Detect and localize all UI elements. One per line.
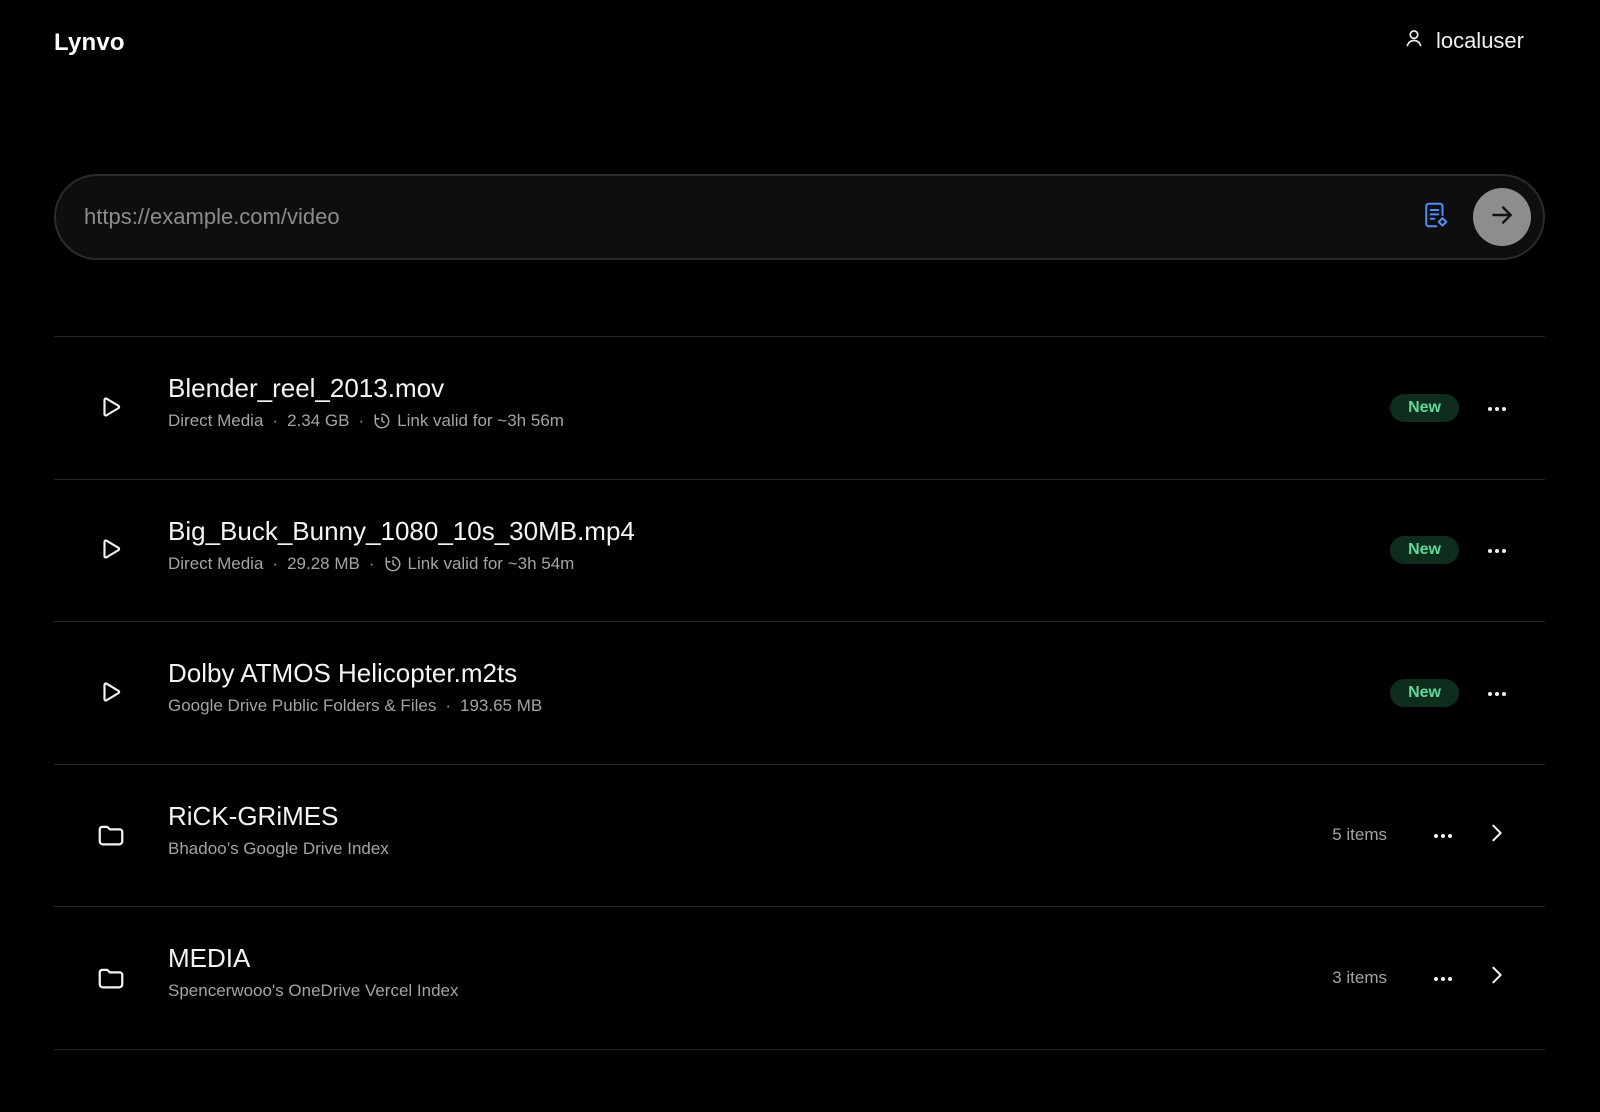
username: localuser — [1435, 28, 1524, 53]
list-item[interactable]: MEDIA Spencerwooo's OneDrive Vercel Inde… — [54, 907, 1545, 1050]
item-actions: New — [1390, 532, 1515, 568]
play-icon[interactable] — [96, 393, 126, 423]
item-actions: New — [1390, 675, 1515, 711]
separator-dot: · — [368, 553, 375, 573]
item-meta: Spencerwooo's OneDrive Vercel Index — [168, 981, 459, 1001]
play-icon[interactable] — [96, 678, 126, 708]
more-options-button[interactable] — [1425, 817, 1461, 853]
separator-dot: · — [272, 411, 279, 430]
folder-icon — [96, 820, 126, 850]
item-validity: Link valid for ~3h 54m — [407, 553, 575, 573]
item-size: 29.28 MB — [287, 553, 360, 573]
url-bar — [54, 174, 1545, 260]
item-text: Big_Buck_Bunny_1080_10s_30MB.mp4 Direct … — [168, 514, 635, 574]
header: Lynvo localuser — [0, 0, 1600, 90]
url-input[interactable] — [84, 176, 1415, 258]
item-text: Blender_reel_2013.mov Direct Media · 2.3… — [168, 371, 564, 431]
item-size: 2.34 GB — [287, 411, 350, 430]
chevron-right-icon — [1486, 964, 1508, 991]
clock-icon — [384, 555, 402, 573]
item-actions: 5 items — [1332, 817, 1515, 853]
list-item[interactable]: Dolby ATMOS Helicopter.m2ts Google Drive… — [54, 622, 1545, 765]
item-source: Bhadoo’s Google Drive Index — [168, 838, 389, 858]
more-options-button[interactable] — [1425, 960, 1461, 996]
item-actions: New — [1390, 390, 1515, 426]
ellipsis-icon — [1433, 826, 1453, 844]
item-title[interactable]: Dolby ATMOS Helicopter.m2ts — [168, 656, 542, 690]
item-source: Direct Media — [168, 553, 264, 573]
item-source: Spencerwooo's OneDrive Vercel Index — [168, 981, 459, 1000]
ellipsis-icon — [1487, 399, 1507, 417]
item-validity: Link valid for ~3h 56m — [397, 411, 564, 430]
submit-button[interactable] — [1473, 188, 1531, 246]
list-item[interactable]: Blender_reel_2013.mov Direct Media · 2.3… — [54, 337, 1545, 480]
clipboard-paste-icon — [1420, 200, 1450, 235]
item-title[interactable]: MEDIA — [168, 941, 459, 975]
item-count: 3 items — [1332, 967, 1387, 987]
paste-button[interactable] — [1415, 197, 1455, 237]
media-list: Blender_reel_2013.mov Direct Media · 2.3… — [54, 336, 1545, 1050]
ellipsis-icon — [1487, 541, 1507, 559]
item-meta: Google Drive Public Folders & Files · 19… — [168, 696, 542, 716]
item-count: 5 items — [1332, 825, 1387, 845]
separator-dot: · — [272, 553, 279, 573]
open-folder-button[interactable] — [1479, 817, 1515, 853]
list-item[interactable]: Big_Buck_Bunny_1080_10s_30MB.mp4 Direct … — [54, 480, 1545, 622]
item-actions: 3 items — [1332, 960, 1515, 996]
more-options-button[interactable] — [1479, 675, 1515, 711]
item-source: Google Drive Public Folders & Files — [168, 696, 437, 715]
new-badge: New — [1390, 393, 1459, 422]
brand-logo[interactable]: Lynvo — [54, 29, 125, 57]
item-title[interactable]: Big_Buck_Bunny_1080_10s_30MB.mp4 — [168, 514, 635, 548]
item-source: Direct Media — [168, 411, 264, 430]
more-options-button[interactable] — [1479, 390, 1515, 426]
item-title[interactable]: Blender_reel_2013.mov — [168, 371, 564, 405]
new-badge: New — [1390, 678, 1459, 707]
item-meta: Direct Media · 29.28 MB · Link valid for… — [168, 554, 635, 574]
separator-dot: · — [358, 411, 365, 430]
new-badge: New — [1390, 536, 1459, 565]
open-folder-button[interactable] — [1479, 960, 1515, 996]
item-meta: Bhadoo’s Google Drive Index — [168, 839, 389, 859]
user-icon — [1404, 28, 1424, 54]
item-text: RiCK-GRiMES Bhadoo’s Google Drive Index — [168, 799, 389, 859]
ellipsis-icon — [1433, 969, 1453, 987]
item-size: 193.65 MB — [460, 696, 543, 715]
more-options-button[interactable] — [1479, 532, 1515, 568]
ellipsis-icon — [1487, 684, 1507, 702]
chevron-right-icon — [1486, 822, 1508, 849]
list-item[interactable]: RiCK-GRiMES Bhadoo’s Google Drive Index … — [54, 765, 1545, 907]
separator-dot: · — [445, 696, 451, 715]
user-menu[interactable]: localuser — [1404, 28, 1524, 54]
arrow-right-icon — [1489, 202, 1515, 233]
folder-icon — [96, 963, 126, 993]
item-text: Dolby ATMOS Helicopter.m2ts Google Drive… — [168, 656, 542, 716]
item-text: MEDIA Spencerwooo's OneDrive Vercel Inde… — [168, 941, 459, 1001]
item-title[interactable]: RiCK-GRiMES — [168, 799, 389, 833]
clock-icon — [373, 412, 391, 430]
item-meta: Direct Media · 2.34 GB · Link valid for … — [168, 411, 564, 431]
play-icon[interactable] — [96, 535, 126, 565]
